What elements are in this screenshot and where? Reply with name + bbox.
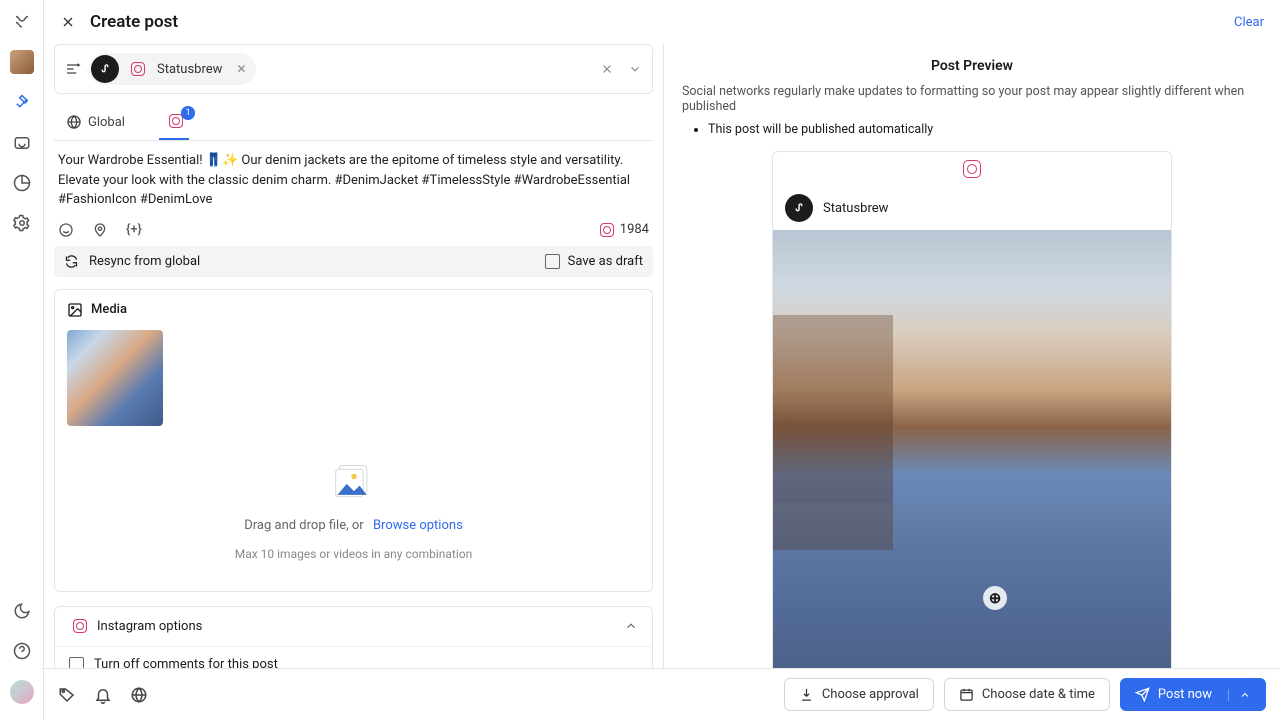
page-title: Create post (90, 12, 178, 32)
clear-all-icon[interactable] (600, 62, 614, 76)
instagram-icon (73, 619, 87, 633)
resync-button[interactable]: Resync from global (89, 254, 200, 269)
compose-tabs: Global 1 (54, 104, 653, 141)
dropzone-image-icon (332, 460, 376, 504)
profile-chip: ᔑ Statusbrew ✕ (89, 53, 256, 85)
profile-name: Statusbrew (157, 62, 222, 77)
user-avatar[interactable] (10, 680, 34, 704)
calendar-icon (959, 687, 974, 702)
resync-icon[interactable] (64, 254, 79, 269)
preview-panel: Post Preview Social networks regularly m… (664, 44, 1280, 668)
dropzone-text: Drag and drop file, or Browse options (244, 518, 463, 533)
choose-approval-button[interactable]: Choose approval (784, 678, 934, 711)
instagram-icon (963, 160, 981, 178)
preview-bullet: This post will be published automaticall… (708, 122, 1262, 137)
instagram-options-header[interactable]: Instagram options (55, 607, 652, 646)
dropzone-subtext: Max 10 images or videos in any combinati… (235, 547, 473, 561)
remove-profile-icon[interactable]: ✕ (236, 62, 246, 76)
comments-off-label: Turn off comments for this post (94, 657, 278, 669)
preview-avatar: ᔑ (785, 194, 813, 222)
tab-global[interactable]: Global (60, 104, 131, 140)
tab-global-label: Global (88, 115, 125, 130)
chevron-down-icon[interactable] (628, 62, 642, 76)
caption-input[interactable]: Your Wardrobe Essential! 👖✨ Our denim ja… (54, 141, 653, 216)
chevron-up-icon[interactable] (1228, 689, 1251, 701)
post-now-button[interactable]: Post now (1120, 678, 1266, 711)
settings-icon[interactable] (11, 212, 33, 234)
browse-button[interactable]: Browse options (373, 518, 463, 533)
profile-selector[interactable]: ᔑ Statusbrew ✕ (54, 44, 653, 94)
emoji-icon[interactable] (58, 222, 74, 238)
preview-image: ⊕ (773, 230, 1172, 668)
media-title: Media (91, 302, 127, 317)
theme-icon[interactable] (11, 600, 33, 622)
instagram-options-title: Instagram options (97, 619, 202, 634)
publish-icon[interactable] (11, 92, 33, 114)
close-icon[interactable] (60, 14, 76, 30)
page-header: Create post Clear (44, 0, 1280, 44)
approval-icon (799, 687, 814, 702)
preview-title: Post Preview (682, 58, 1262, 74)
chevron-up-icon (624, 619, 638, 633)
profile-icon: ᔑ (91, 55, 119, 83)
tab-badge: 1 (181, 106, 195, 120)
media-thumbnail[interactable] (67, 330, 163, 426)
tag-icon[interactable] (58, 686, 76, 704)
brand-icon[interactable] (11, 10, 33, 32)
media-card: Media Drag and drop file, or Browse opti… (54, 289, 653, 592)
instagram-icon (600, 223, 614, 237)
app-sidebar (0, 0, 44, 720)
choose-date-button[interactable]: Choose date & time (944, 678, 1110, 711)
footer-bar: Choose approval Choose date & time Post … (44, 668, 1280, 720)
preview-account-name: Statusbrew (823, 201, 888, 216)
help-icon[interactable] (11, 640, 33, 662)
draft-label: Save as draft (568, 254, 643, 269)
workspace-avatar[interactable] (10, 50, 34, 74)
draft-checkbox[interactable] (545, 254, 560, 269)
analytics-icon[interactable] (11, 172, 33, 194)
instagram-options-card: Instagram options Turn off comments for … (54, 606, 653, 669)
notification-icon[interactable] (94, 686, 112, 704)
globe-icon[interactable] (130, 686, 148, 704)
location-icon[interactable] (92, 222, 108, 238)
char-count: 1984 (620, 222, 649, 237)
tag-people-button[interactable]: ⊕ (983, 586, 1007, 610)
profile-flow-icon (65, 61, 81, 77)
compose-panel: ᔑ Statusbrew ✕ Global (44, 44, 664, 668)
clear-button[interactable]: Clear (1234, 15, 1264, 30)
media-dropzone[interactable]: Drag and drop file, or Browse options Ma… (67, 442, 640, 579)
inbox-icon[interactable] (11, 132, 33, 154)
preview-note: Social networks regularly make updates t… (682, 84, 1262, 114)
instagram-preview: ᔑ Statusbrew ⊕ (772, 151, 1172, 668)
variable-icon[interactable]: {+} (126, 222, 142, 237)
tab-instagram[interactable]: 1 (159, 104, 189, 140)
globe-icon (66, 114, 82, 130)
instagram-icon (131, 62, 145, 76)
sync-bar: Resync from global Save as draft (54, 246, 653, 277)
send-icon (1135, 687, 1150, 702)
comments-off-checkbox[interactable] (69, 657, 84, 669)
media-icon (67, 302, 83, 318)
